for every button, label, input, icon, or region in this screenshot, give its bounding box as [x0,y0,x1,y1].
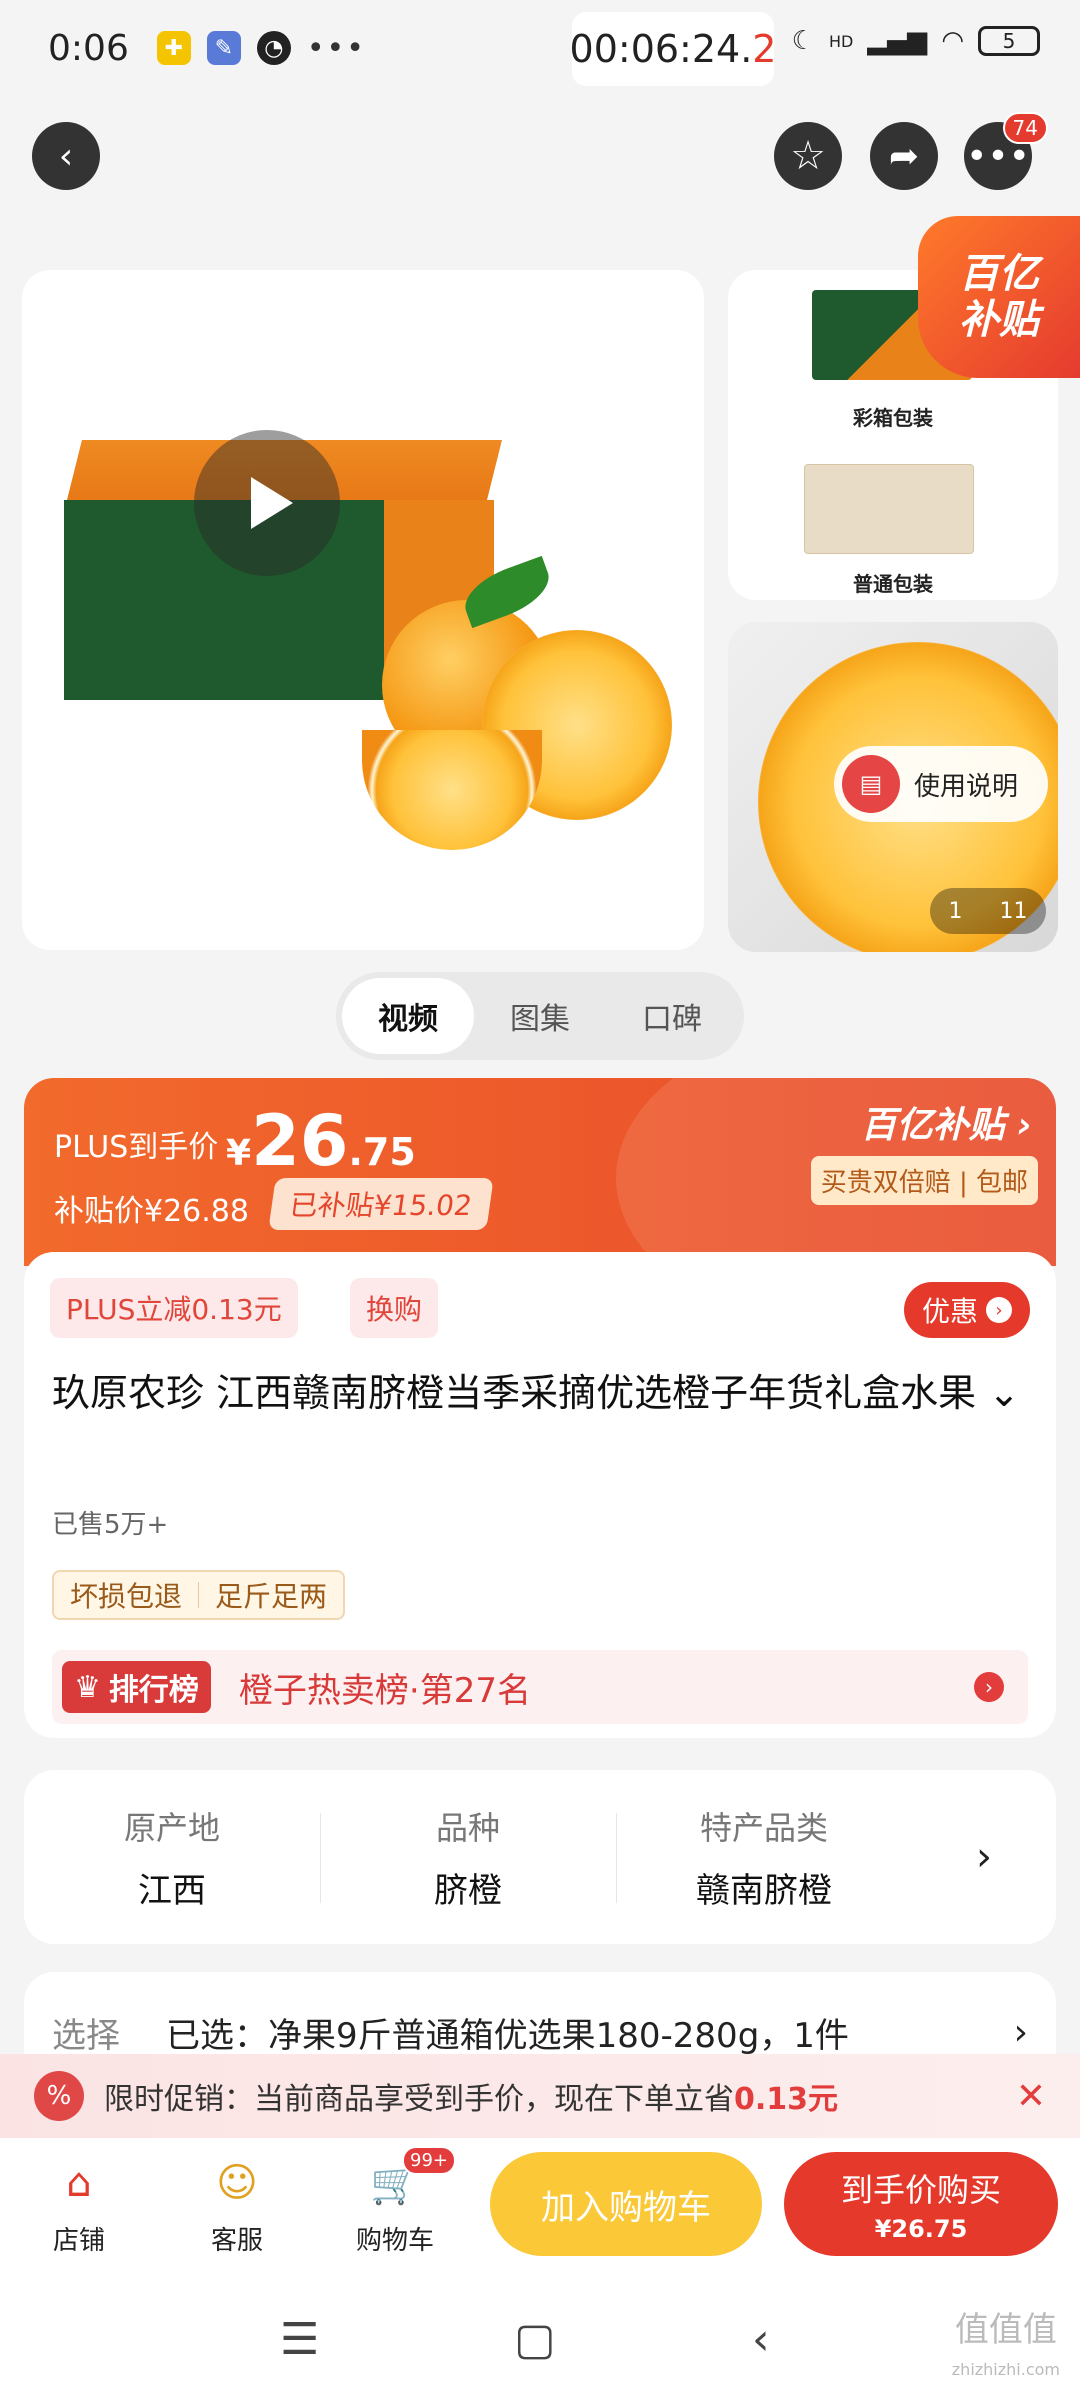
ranking-bar[interactable]: ♛ 排行榜 橙子热卖榜·第27名 › [52,1650,1028,1724]
tab-gallery[interactable]: 图集 [474,978,606,1054]
more-notifications-icon: ••• [306,30,366,66]
service-icon: ☺ [216,2160,258,2206]
product-title[interactable]: 玖原农珍 江西赣南脐橙当季采摘优选橙子年货礼盒水果 ⌄ [52,1364,1032,1422]
more-button[interactable]: ••• 74 [964,112,1048,190]
close-icon[interactable]: ✕ [1016,2076,1046,2117]
chevron-right-icon: › [974,1672,1004,1702]
clock-icon: ◔ [256,31,291,65]
plus-price-label: PLUS到手价 [54,1130,219,1165]
service-tags[interactable]: 坏损包退 足斤足两 [52,1570,346,1620]
plain-box-thumbnail[interactable] [804,464,974,554]
usage-guide-button[interactable]: ▤ 使用说明 [834,746,1048,822]
bottom-action-bar: ⌂ 店铺 ☺ 客服 🛒 99+ 购物车 加入购物车 到手价购买 ¥26.75 [0,2138,1080,2278]
subsidized-amount: 已补贴¥15.02 [268,1178,494,1230]
add-to-cart-button[interactable]: 加入购物车 [490,2152,762,2256]
share-arrow-icon: ➦ [888,135,920,177]
favorite-button[interactable]: ☆ [774,122,842,190]
chevron-right-icon: › [986,1297,1012,1323]
attribute-variety: 品种 脐橙 [320,1803,616,1912]
manual-icon: ▤ [842,755,900,813]
image-pager: 1 11 [930,888,1046,934]
system-nav-bar: ☰ ▢ ‹ [0,2278,1080,2400]
orange-slice-image [362,730,542,850]
top-nav: ‹ ☆ ➦ ••• 74 [0,112,1080,198]
status-time: 0:06 [48,27,129,69]
subsidy-brand-link[interactable]: 百亿补贴 › [861,1096,1032,1148]
buy-now-button[interactable]: 到手价购买 ¥26.75 [784,2152,1058,2256]
cart-count-badge: 99+ [402,2146,456,2175]
percent-icon: % [34,2071,84,2121]
status-notification-icons: ✚ ✎ ◔ ••• [156,30,366,66]
guarantee-tag: 买贵双倍赔 | 包邮 [810,1156,1038,1205]
product-info-card: PLUS立减0.13元 换购 优惠 › 玖原农珍 江西赣南脐橙当季采摘优选橙子年… [24,1252,1056,1738]
promo-text: 限时促销：当前商品享受到手价，现在下单立省 [104,2082,734,2117]
trophy-icon: ♛ [74,1669,101,1705]
chevron-right-icon: › [1013,2011,1028,2053]
back-triangle-icon[interactable]: ‹ [752,2314,770,2365]
media-tabs: 视频 图集 口碑 [336,972,744,1060]
tab-reviews[interactable]: 口碑 [606,978,738,1054]
promo-banner: % 限时促销：当前商品享受到手价，现在下单立省 0.13元 ✕ [0,2054,1080,2138]
shop-icon: ⌂ [66,2160,92,2206]
watermark: 值值值 zhizhizhi.com [951,2310,1060,2379]
menu-icon[interactable]: ☰ [280,2314,319,2365]
chevron-left-icon: ‹ [58,135,74,177]
ranking-tag: ♛ 排行榜 [62,1661,211,1713]
attribute-origin: 原产地 江西 [123,1808,220,1911]
signal-icon: ▂▄▆ [867,26,928,56]
screen-recording-timer: 00:06:24. 2 [570,12,776,86]
promo-amount: 0.13元 [734,2082,839,2117]
main-product-video[interactable] [22,270,704,950]
app-notification-icon: ✚ [156,31,191,65]
attribute-category: 特产品类 赣南脐橙 [616,1803,912,1912]
ranking-text: 橙子热卖榜·第27名 [238,1670,531,1711]
sold-count: 已售5万+ [52,1510,169,1540]
swap-purchase-chip[interactable]: 换购 [350,1278,439,1338]
chevron-right-icon[interactable]: › [912,1834,1056,1880]
subsidy-badge: 百亿 补贴 [918,216,1080,378]
status-right-icons: ☾ HD ▂▄▆ ◠ 5 [792,26,1040,56]
cart-button[interactable]: 🛒 99+ 购物车 [340,2146,456,2257]
wrench-icon: ✎ [206,31,241,65]
tab-video[interactable]: 视频 [342,978,474,1054]
color-box-label: 彩箱包装 [853,406,933,430]
shop-button[interactable]: ⌂ 店铺 [24,2154,134,2257]
share-button[interactable]: ➦ [870,122,938,190]
price-banner: PLUS到手价 ¥26.75 补贴价¥26.88 已补贴¥15.02 百亿补贴 … [24,1078,1056,1266]
customer-service-button[interactable]: ☺ 客服 [182,2154,292,2257]
subsidy-price: 补贴价¥26.88 [54,1194,249,1229]
coupon-button[interactable]: 优惠 › [903,1282,1030,1338]
back-button[interactable]: ‹ [32,122,100,190]
plain-box-label: 普通包装 [853,572,933,596]
wifi-icon: ◠ [941,26,964,56]
attributes-card[interactable]: 原产地 江西 品种 脐橙 特产品类 赣南脐橙 › [24,1770,1056,1944]
plus-discount-chip[interactable]: PLUS立减0.13元 [50,1278,298,1338]
selected-spec: 已选：净果9斤普通箱优选果180-280g，1件 [166,2015,849,2056]
star-icon: ☆ [790,133,826,179]
battery-icon: 5 [978,26,1040,56]
message-count-badge: 74 [1002,112,1048,144]
play-video-icon[interactable] [194,430,340,576]
network-label: HD [828,31,854,51]
moon-icon: ☾ [791,26,815,56]
select-label: 选择 [52,2015,120,2056]
final-price: ¥26.75 [226,1100,416,1182]
home-square-icon[interactable]: ▢ [514,2314,556,2365]
